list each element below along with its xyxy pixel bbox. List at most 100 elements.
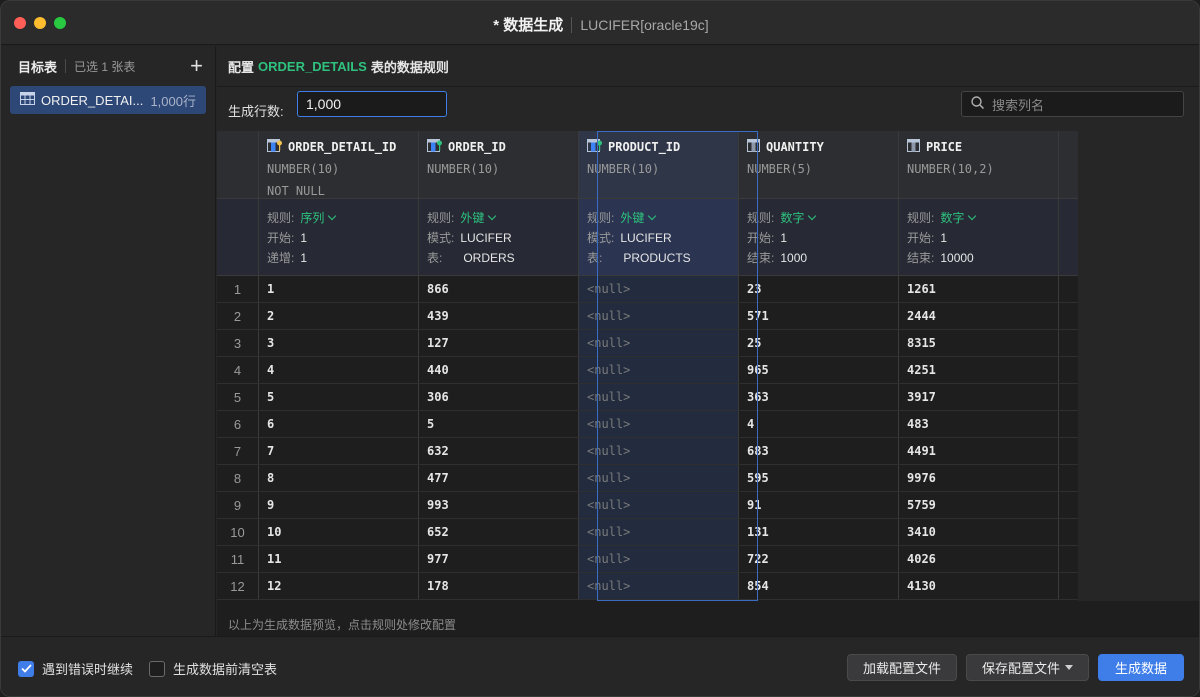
rule-cell[interactable]: 规则: 外键 模式: LUCIFER 表: ORDERS	[419, 199, 579, 275]
row-number: 9	[217, 492, 259, 518]
rule-line: 规则: 外键	[427, 208, 578, 228]
load-config-button[interactable]: 加载配置文件	[847, 654, 957, 681]
checkbox-checked-icon	[18, 660, 34, 677]
app-window: * 数据生成 LUCIFER[oracle19c] 目标表 已选 1 张表 + O…	[0, 0, 1200, 697]
table-cell: 632	[419, 438, 579, 464]
table-cell: 571	[739, 303, 899, 329]
rule-cell[interactable]: 规则: 外键 模式: LUCIFER 表: PRODUCTS	[579, 199, 739, 275]
rule-line: 表: ORDERS	[427, 248, 578, 268]
column-header-order-id[interactable]: ORDER_ID NUMBER(10)	[419, 131, 579, 198]
rule-row: 规则: 序列 开始: 1 递增: 1 规则: 外键 模式: LUCIFER 表: ORDERS 规则: 外…	[217, 199, 1078, 276]
preview-footnote: 以上为生成数据预览，点击规则处修改配置	[228, 618, 457, 632]
table-cell: 4491	[899, 438, 1059, 464]
save-config-button[interactable]: 保存配置文件	[966, 654, 1089, 681]
search-icon	[971, 96, 985, 112]
table-row: 11 11 977 <null> 722 4026	[217, 546, 1078, 573]
column-header-price[interactable]: PRICE NUMBER(10,2)	[899, 131, 1059, 198]
rule-value: LUCIFER	[460, 231, 512, 245]
table-cell: 965	[739, 357, 899, 383]
rule-key: 表:	[587, 251, 603, 265]
rule-key: 规则:	[267, 211, 295, 225]
rule-type-dropdown[interactable]: 序列	[300, 211, 324, 225]
column-name: PRICE	[926, 140, 963, 154]
rule-cell[interactable]: 规则: 序列 开始: 1 递增: 1	[259, 199, 419, 275]
column-header-product-id[interactable]: PRODUCT_ID NUMBER(10)	[579, 131, 739, 198]
row-number: 4	[217, 357, 259, 383]
rule-type-dropdown[interactable]: 数字	[940, 211, 964, 225]
table-cell: <null>	[579, 519, 739, 545]
truncate-before-checkbox[interactable]: 生成数据前清空表	[149, 659, 277, 678]
chevron-down-icon	[328, 211, 337, 221]
table-row: 3 3 127 <null> 25 8315	[217, 330, 1078, 357]
row-count-input[interactable]	[297, 91, 447, 117]
row-number: 3	[217, 330, 259, 356]
column-name-line: ORDER_DETAIL_ID	[267, 139, 418, 155]
row-number: 8	[217, 465, 259, 491]
column-name-line: PRODUCT_ID	[587, 139, 738, 155]
foreign-key-column-icon	[587, 139, 603, 155]
column-header-quantity[interactable]: QUANTITY NUMBER(5)	[739, 131, 899, 198]
rule-line: 结束: 10000	[907, 248, 1058, 268]
table-cell: <null>	[579, 492, 739, 518]
search-placeholder: 搜索列名	[992, 97, 1045, 113]
table-row: 1 1 866 <null> 23 1261	[217, 276, 1078, 303]
column-header-order-detail-id[interactable]: ORDER_DETAIL_ID NUMBER(10) NOT NULL	[259, 131, 419, 198]
table-row: 9 9 993 <null> 91 5759	[217, 492, 1078, 519]
row-number: 11	[217, 546, 259, 572]
rule-type-dropdown[interactable]: 数字	[780, 211, 804, 225]
config-suffix: 表的数据规则	[370, 59, 449, 75]
table-cell: 4251	[899, 357, 1059, 383]
bottom-bar: 遇到错误时继续 生成数据前清空表 加载配置文件 保存配置文件 生成数据	[1, 636, 1199, 696]
table-cell: 178	[419, 573, 579, 599]
rule-key: 递增:	[267, 251, 295, 265]
chevron-down-icon	[488, 211, 497, 221]
table-row: 7 7 632 <null> 683 4491	[217, 438, 1078, 465]
column-search-input[interactable]: 搜索列名	[961, 91, 1184, 117]
table-cell: <null>	[579, 411, 739, 437]
rule-cell[interactable]: 规则: 数字 开始: 1 结束: 10000	[899, 199, 1059, 275]
table-cell: <null>	[579, 465, 739, 491]
key-column-icon	[267, 139, 283, 155]
table-cell: 1	[259, 276, 419, 302]
table-cell: 3410	[899, 519, 1059, 545]
column-type: NUMBER(5)	[747, 162, 813, 176]
table-cell: 5	[259, 384, 419, 410]
window-title-text: * 数据生成	[493, 17, 564, 34]
rule-line: 结束: 1000	[747, 248, 898, 268]
sidebar-title: 目标表	[18, 59, 58, 75]
column-name-line: QUANTITY	[747, 139, 898, 155]
table-cell: 993	[419, 492, 579, 518]
row-number: 7	[217, 438, 259, 464]
rule-value: 10000	[940, 251, 974, 265]
row-number: 6	[217, 411, 259, 437]
add-table-button[interactable]: +	[190, 55, 203, 77]
table-cell: 127	[419, 330, 579, 356]
rule-key: 规则:	[587, 211, 615, 225]
table-cell: 4	[739, 411, 899, 437]
rule-line: 规则: 数字	[907, 208, 1058, 228]
table-cell: <null>	[579, 546, 739, 572]
config-heading: 配置 ORDER_DETAILS 表的数据规则	[217, 46, 1199, 86]
generate-data-button[interactable]: 生成数据	[1098, 654, 1184, 681]
rule-type-dropdown[interactable]: 外键	[620, 211, 644, 225]
rule-line: 表: PRODUCTS	[587, 248, 738, 268]
rule-key: 结束:	[907, 251, 935, 265]
column-name: QUANTITY	[766, 140, 824, 154]
table-cell: 9	[259, 492, 419, 518]
table-row: 5 5 306 <null> 363 3917	[217, 384, 1078, 411]
sidebar-item-order-details[interactable]: ORDER_DETAI... 1,000行	[10, 86, 206, 114]
table-cell: 7	[259, 438, 419, 464]
continue-on-error-checkbox[interactable]: 遇到错误时继续	[18, 659, 133, 678]
table-cell: 4026	[899, 546, 1059, 572]
rule-cell[interactable]: 规则: 数字 开始: 1 结束: 1000	[739, 199, 899, 275]
table-cell: <null>	[579, 573, 739, 599]
rule-type-dropdown[interactable]: 外键	[460, 211, 484, 225]
title-divider	[571, 17, 573, 33]
table-cell: 363	[739, 384, 899, 410]
rule-value: LUCIFER	[620, 231, 672, 245]
row-number: 10	[217, 519, 259, 545]
table-cell: 854	[739, 573, 899, 599]
checkbox-unchecked-icon	[149, 660, 165, 677]
column-name: ORDER_DETAIL_ID	[288, 140, 397, 154]
table-cell: <null>	[579, 438, 739, 464]
